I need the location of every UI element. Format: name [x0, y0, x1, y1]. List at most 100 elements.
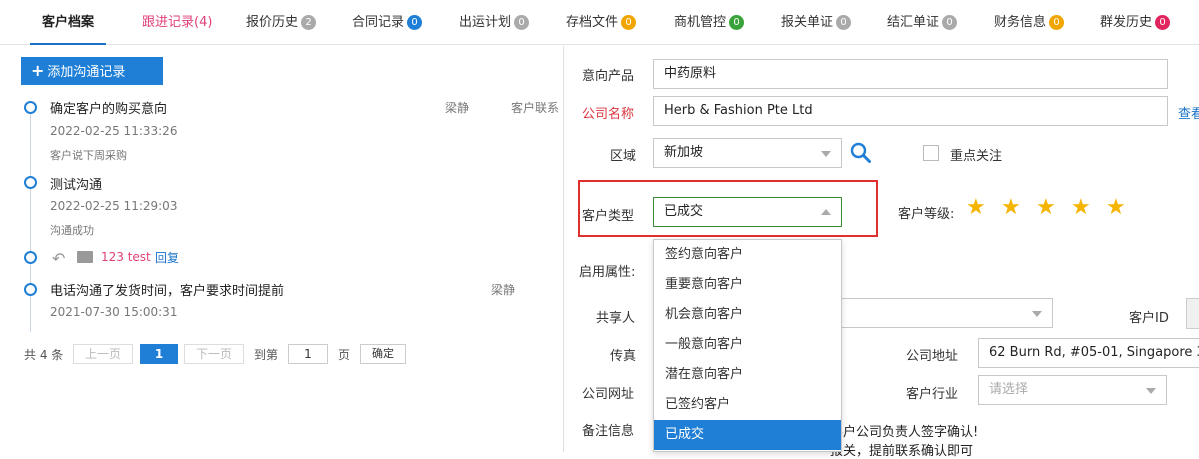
region-select[interactable]: 新加坡	[653, 138, 842, 168]
tab-customs-docs[interactable]: 报关单证 0	[781, 0, 852, 45]
tab-quote-history[interactable]: 报价历史 2	[246, 0, 317, 45]
enable-attribute-label: 启用属性:	[579, 265, 636, 280]
company-name-input[interactable]: Herb & Fashion Pte Ltd	[653, 96, 1168, 126]
customer-type-label: 客户类型	[582, 209, 635, 224]
company-name-label: 公司名称	[582, 107, 635, 122]
add-button-label: 添加沟通记录	[47, 65, 126, 80]
industry-select[interactable]: 请选择	[978, 375, 1167, 405]
panel-divider	[563, 46, 564, 452]
dropdown-option[interactable]: 潜在意向客户	[654, 360, 841, 390]
tab-label: 群发历史	[1100, 15, 1153, 30]
customer-id-label: 客户ID	[1129, 311, 1169, 326]
timeline-note: 沟通成功	[50, 224, 94, 237]
star-icon[interactable]: ★	[1106, 197, 1126, 219]
count-badge: 0	[514, 15, 530, 30]
count-badge: 0	[1155, 15, 1171, 30]
focus-checkbox[interactable]	[923, 145, 939, 161]
reply-link[interactable]: 回复	[155, 249, 179, 266]
count-badge: 0	[1049, 15, 1065, 30]
goto-confirm-button[interactable]: 确定	[360, 344, 406, 364]
industry-placeholder: 请选择	[989, 382, 1029, 397]
product-input[interactable]: 中药原料	[653, 59, 1168, 89]
tab-label: 存档文件	[566, 15, 619, 30]
next-page-button[interactable]: 下一页	[184, 344, 244, 364]
dropdown-option-selected[interactable]: 已成交	[654, 420, 841, 450]
tab-settlement-docs[interactable]: 结汇单证 0	[887, 0, 958, 45]
timeline-title: 电话沟通了发货时间，客户要求时间提前	[50, 284, 285, 299]
prev-page-button[interactable]: 上一页	[73, 344, 133, 364]
timeline-dot	[24, 101, 37, 114]
tab-label: 报价历史	[246, 15, 299, 30]
page-number-input[interactable]: 1	[288, 344, 328, 364]
timeline-connector	[30, 114, 31, 176]
tab-label: 报关单证	[781, 15, 834, 30]
dropdown-option[interactable]: 签约意向客户	[654, 240, 841, 270]
star-icon[interactable]: ★	[1001, 197, 1021, 219]
dropdown-option[interactable]: 已签约客户	[654, 390, 841, 420]
timeline-title: 确定客户的购买意向	[50, 102, 168, 117]
timeline-connector	[30, 264, 31, 284]
tab-bulk-send-history[interactable]: 群发历史 0	[1100, 0, 1171, 45]
dropdown-option[interactable]: 机会意向客户	[654, 300, 841, 330]
region-label: 区域	[610, 149, 637, 164]
chevron-down-icon	[1032, 311, 1042, 317]
star-icon[interactable]: ★	[1036, 197, 1056, 219]
tab-archive-files[interactable]: 存档文件 0	[566, 0, 637, 45]
add-communication-button[interactable]: + 添加沟通记录	[21, 57, 163, 85]
chevron-down-icon	[821, 151, 831, 157]
reply-arrow-icon[interactable]: ↶	[52, 249, 65, 268]
tab-label: 财务信息	[994, 15, 1047, 30]
customer-id-field[interactable]	[1186, 298, 1199, 329]
pager-total: 共 4 条	[24, 348, 64, 362]
tab-label: 合同记录	[352, 15, 405, 30]
dropdown-option[interactable]: 一般意向客户	[654, 330, 841, 360]
timeline-time: 2022-02-25 11:33:26	[50, 124, 178, 138]
timeline-time: 2022-02-25 11:29:03	[50, 199, 178, 213]
star-icon[interactable]: ★	[966, 197, 986, 219]
company-view-link[interactable]: 查看	[1178, 103, 1199, 122]
goto-label: 到第	[254, 348, 279, 362]
timeline-connector	[30, 189, 31, 251]
address-label: 公司地址	[906, 349, 959, 364]
tab-finance-info[interactable]: 财务信息 0	[994, 0, 1065, 45]
website-label: 公司网址	[582, 387, 635, 402]
mail-icon[interactable]	[77, 251, 93, 263]
customer-level-label: 客户等级:	[898, 207, 955, 222]
remark-label: 备注信息	[582, 424, 635, 439]
customer-type-dropdown: 签约意向客户 重要意向客户 机会意向客户 一般意向客户 潜在意向客户 已签约客户…	[653, 239, 842, 452]
timeline-time: 2021-07-30 15:00:31	[50, 305, 178, 319]
tab-label: 客户档案	[42, 15, 95, 30]
search-icon[interactable]	[850, 142, 872, 164]
plus-icon: +	[31, 61, 45, 80]
remark-line-2: 报关，提前联系确认即可	[830, 444, 974, 459]
tab-opportunities[interactable]: 商机管控 0	[674, 0, 745, 45]
timeline-note: 客户说下周采购	[50, 149, 127, 162]
product-label: 意向产品	[582, 69, 635, 84]
timeline-person: 梁静	[445, 101, 470, 115]
tab-shipping-plan[interactable]: 出运计划 0	[459, 0, 530, 45]
dropdown-option[interactable]: 重要意向客户	[654, 270, 841, 300]
timeline-connector	[30, 296, 31, 332]
tab-customer-profile[interactable]: 客户档案	[29, 0, 107, 45]
tab-label: 结汇单证	[887, 15, 940, 30]
timeline-dot	[24, 251, 37, 264]
tab-contracts[interactable]: 合同记录 0	[352, 0, 423, 45]
star-icon[interactable]: ★	[1071, 197, 1091, 219]
count-badge: 0	[729, 15, 745, 30]
customer-type-select[interactable]: 已成交	[653, 197, 842, 227]
count-badge: 0	[621, 15, 637, 30]
count-badge: 0	[942, 15, 958, 30]
tab-label: 出运计划	[459, 15, 512, 30]
address-input[interactable]: 62 Burn Rd, #05-01, Singapore 3	[978, 338, 1199, 368]
tab-label: 商机管控	[674, 15, 727, 30]
timeline-person: 梁静	[491, 283, 516, 297]
count-badge: 0	[407, 15, 423, 30]
count-badge: 2	[301, 15, 317, 30]
industry-label: 客户行业	[906, 387, 959, 402]
chevron-up-icon	[821, 209, 831, 215]
tab-bar: 客户档案 跟进记录(4) 报价历史 2 合同记录 0 出运计划 0 存档文件 0 商机管…	[0, 0, 1199, 45]
tab-follow-up[interactable]: 跟进记录(4)	[142, 0, 212, 45]
current-page[interactable]: 1	[140, 344, 178, 364]
page-unit-label: 页	[338, 348, 351, 362]
fax-label: 传真	[610, 349, 637, 364]
